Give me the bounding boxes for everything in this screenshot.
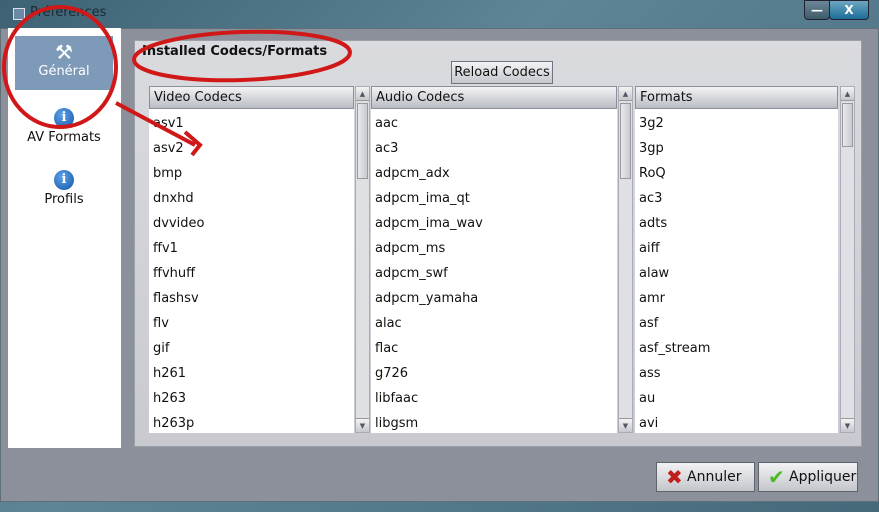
scrollbar[interactable]: ▲ ▼ <box>618 86 633 433</box>
list-item[interactable]: ac3 <box>371 136 617 161</box>
reload-codecs-button[interactable]: Reload Codecs <box>451 61 553 84</box>
list-item[interactable]: ass <box>635 361 838 386</box>
list-item[interactable]: amr <box>635 286 838 311</box>
list-item[interactable]: adpcm_ima_wav <box>371 211 617 236</box>
list-item[interactable]: gif <box>149 336 354 361</box>
title-bar: Préférences — X <box>0 0 879 28</box>
list-item[interactable]: adpcm_yamaha <box>371 286 617 311</box>
list-item[interactable]: adpcm_ima_qt <box>371 186 617 211</box>
app-icon <box>13 8 25 20</box>
scrollbar[interactable]: ▲ ▼ <box>840 86 855 433</box>
scrollbar[interactable]: ▲ ▼ <box>355 86 370 433</box>
sidebar-item-av-formats[interactable]: i AV Formats <box>15 108 113 145</box>
list-item[interactable]: adts <box>635 211 838 236</box>
list-item[interactable]: dvvideo <box>149 211 354 236</box>
scroll-thumb[interactable] <box>620 103 631 179</box>
list-item[interactable]: h263 <box>149 386 354 411</box>
apply-button[interactable]: ✔ Appliquer <box>758 462 858 492</box>
checkmark-icon: ✔ <box>768 465 785 489</box>
column-header[interactable]: Video Codecs <box>149 86 354 109</box>
list-item[interactable]: g726 <box>371 361 617 386</box>
formats-list[interactable]: Formats 3g2 3gp RoQ ac3 adts aiff alaw amr asf as… <box>635 86 838 433</box>
window-title: Préférences <box>30 5 107 20</box>
tools-icon: ⚒ <box>55 40 73 64</box>
info-icon: i <box>54 170 74 190</box>
list-item[interactable]: adpcm_swf <box>371 261 617 286</box>
cancel-label: Annuler <box>687 469 742 485</box>
list-item[interactable]: RoQ <box>635 161 838 186</box>
list-item[interactable]: asv1 <box>149 111 354 136</box>
list-item[interactable]: asf <box>635 311 838 336</box>
list-item[interactable]: aiff <box>635 236 838 261</box>
sidebar-item-label: AV Formats <box>27 130 101 145</box>
panel-title: Installed Codecs/Formats <box>142 44 328 59</box>
cancel-button[interactable]: ✖ Annuler <box>656 462 755 492</box>
scroll-down-icon[interactable]: ▼ <box>619 418 632 432</box>
scroll-thumb[interactable] <box>357 103 368 179</box>
video-codecs-list[interactable]: Video Codecs asv1 asv2 bmp dnxhd dvvideo ffv1… <box>149 86 354 433</box>
sidebar-item-general[interactable]: ⚒ Général <box>15 36 113 90</box>
list-item[interactable]: ffvhuff <box>149 261 354 286</box>
list-item[interactable]: libfaac <box>371 386 617 411</box>
scroll-up-icon[interactable]: ▲ <box>619 87 632 101</box>
list-item[interactable]: alaw <box>635 261 838 286</box>
list-item[interactable]: ac3 <box>635 186 838 211</box>
sidebar-item-label: Général <box>38 64 90 79</box>
scroll-up-icon[interactable]: ▲ <box>841 87 854 101</box>
list-item[interactable]: adpcm_ms <box>371 236 617 261</box>
sidebar: ⚒ Général i AV Formats i Profils <box>8 28 121 448</box>
list-item[interactable]: h263p <box>149 411 354 433</box>
column-header[interactable]: Formats <box>635 86 838 109</box>
list-item[interactable]: dnxhd <box>149 186 354 211</box>
list-item[interactable]: alac <box>371 311 617 336</box>
list-item[interactable]: bmp <box>149 161 354 186</box>
list-item[interactable]: adpcm_adx <box>371 161 617 186</box>
close-button[interactable]: X <box>829 0 869 20</box>
list-item[interactable]: aac <box>371 111 617 136</box>
info-icon: i <box>54 108 74 128</box>
list-item[interactable]: avi <box>635 411 838 433</box>
list-item[interactable]: au <box>635 386 838 411</box>
codecs-panel: Installed Codecs/Formats Reload Codecs V… <box>134 40 862 447</box>
scroll-thumb[interactable] <box>842 103 853 147</box>
sidebar-item-label: Profils <box>44 192 84 207</box>
sidebar-item-profils[interactable]: i Profils <box>15 170 113 207</box>
list-item[interactable]: flv <box>149 311 354 336</box>
list-item[interactable]: 3g2 <box>635 111 838 136</box>
list-item[interactable]: flashsv <box>149 286 354 311</box>
list-item[interactable]: 3gp <box>635 136 838 161</box>
audio-codecs-list[interactable]: Audio Codecs aac ac3 adpcm_adx adpcm_ima_qt… <box>371 86 617 433</box>
scroll-down-icon[interactable]: ▼ <box>841 418 854 432</box>
list-item[interactable]: flac <box>371 336 617 361</box>
list-item[interactable]: h261 <box>149 361 354 386</box>
apply-label: Appliquer <box>789 469 857 485</box>
column-header[interactable]: Audio Codecs <box>371 86 617 109</box>
list-item[interactable]: libgsm <box>371 411 617 433</box>
scroll-up-icon[interactable]: ▲ <box>356 87 369 101</box>
cross-icon: ✖ <box>666 465 683 489</box>
scroll-down-icon[interactable]: ▼ <box>356 418 369 432</box>
list-item[interactable]: ffv1 <box>149 236 354 261</box>
list-item[interactable]: asf_stream <box>635 336 838 361</box>
list-item[interactable]: asv2 <box>149 136 354 161</box>
minimize-button[interactable]: — <box>804 0 830 20</box>
